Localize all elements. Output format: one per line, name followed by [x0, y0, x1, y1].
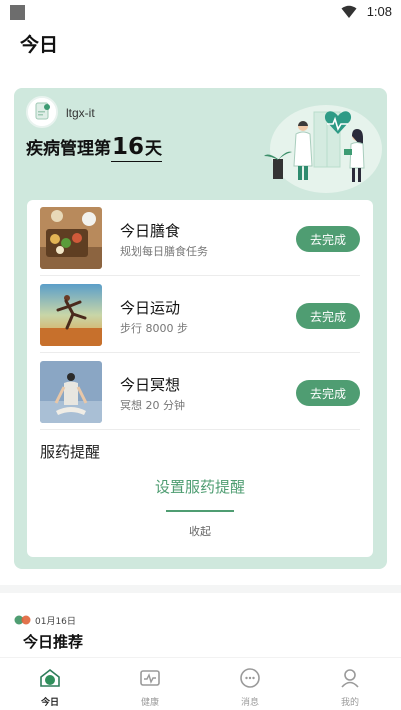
disease-management-card: ltgx-it 疾病管理第 16 天 今日膳食 规划每日膳食任务 去完成 今日运…	[14, 88, 387, 569]
daily-tasks-panel: 今日膳食 规划每日膳食任务 去完成 今日运动 步行 8000 步 去完成 今日冥…	[27, 200, 373, 557]
task-title: 今日冥想	[120, 376, 181, 394]
task-meditation[interactable]: 今日冥想 冥想 20 分钟 去完成	[27, 354, 373, 430]
complete-exercise-button[interactable]: 去完成	[296, 303, 360, 329]
divider	[40, 275, 360, 276]
headline-day-wrap: 16 天	[111, 134, 163, 162]
page-title: 今日	[20, 34, 59, 56]
task-title: 今日运动	[120, 299, 181, 317]
task-desc: 规划每日膳食任务	[120, 245, 208, 258]
tab-label: 消息	[240, 698, 259, 708]
day-count-headline: 疾病管理第 16 天	[26, 134, 163, 162]
headline-prefix: 疾病管理第	[26, 139, 111, 159]
tab-label: 我的	[340, 698, 359, 708]
medication-reminder-title: 服药提醒	[40, 443, 101, 461]
wifi-icon	[341, 5, 357, 18]
task-exercise[interactable]: 今日运动 步行 8000 步 去完成	[27, 277, 373, 353]
health-icon	[140, 670, 160, 686]
recommend-title: 今日推荐	[23, 633, 84, 651]
complete-meditation-button[interactable]: 去完成	[296, 380, 360, 406]
tab-health[interactable]: 健康	[100, 658, 200, 710]
profile-icon	[341, 669, 359, 688]
tab-label: 健康	[140, 698, 159, 708]
medication-link-underline	[166, 510, 234, 512]
divider	[40, 429, 360, 430]
today-recommend-section: 01月16日 今日推荐	[0, 593, 401, 657]
status-time: 1:08	[366, 4, 392, 19]
headline-suffix: 天	[145, 139, 163, 159]
divider	[40, 352, 360, 353]
message-icon	[240, 668, 260, 688]
exercise-image	[40, 284, 102, 346]
notification-icon	[10, 5, 25, 20]
task-diet[interactable]: 今日膳食 规划每日膳食任务 去完成	[27, 200, 373, 276]
status-bar: 1:08	[0, 0, 401, 26]
task-desc: 冥想 20 分钟	[120, 399, 185, 412]
tab-messages[interactable]: 消息	[200, 658, 300, 710]
username: ltgx-it	[66, 106, 95, 120]
tab-profile[interactable]: 我的	[300, 658, 400, 710]
tab-today[interactable]: 今日	[0, 658, 100, 710]
home-icon	[40, 668, 60, 687]
set-medication-reminder-link[interactable]: 设置服药提醒	[27, 476, 373, 497]
meditation-image	[40, 361, 102, 423]
complete-diet-button[interactable]: 去完成	[296, 226, 360, 252]
avatar[interactable]	[26, 96, 58, 128]
top-bar: 今日	[0, 26, 401, 82]
bottom-tab-bar: 今日 健康 消息 我的	[0, 657, 401, 710]
recommend-date: 01月16日	[35, 617, 76, 627]
collapse-button[interactable]: 收起	[27, 523, 373, 539]
diet-image	[40, 207, 102, 269]
task-title: 今日膳食	[120, 222, 181, 240]
task-desc: 步行 8000 步	[120, 322, 188, 335]
doctors-illustration	[264, 105, 382, 193]
avatar-image	[28, 98, 56, 126]
date-dots-icon	[14, 615, 31, 625]
day-count: 16	[112, 134, 145, 160]
tab-label: 今日	[40, 698, 59, 708]
